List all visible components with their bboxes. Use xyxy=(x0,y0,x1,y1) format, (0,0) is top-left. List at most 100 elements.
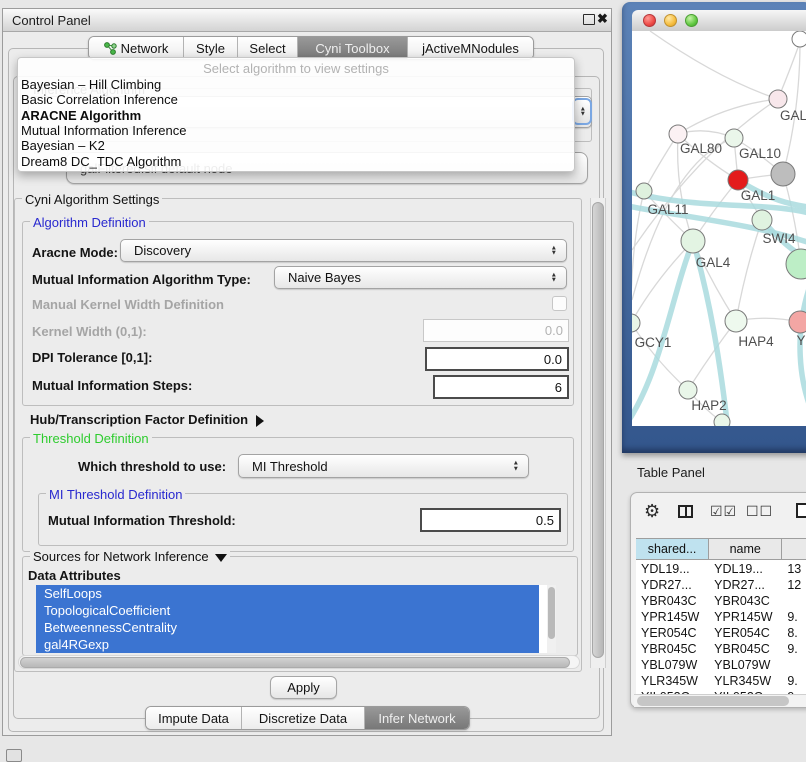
tab-cyni-toolbox[interactable]: Cyni Toolbox xyxy=(297,37,407,59)
table-cell[interactable]: 9. xyxy=(782,673,806,689)
network-window-titlebar xyxy=(632,10,806,32)
data-attribute-item[interactable]: BetweennessCentrality xyxy=(36,619,539,636)
network-node[interactable] xyxy=(792,31,806,47)
select-all-checkboxes-icon[interactable]: ☑☑ xyxy=(710,503,737,520)
bottom-tab-impute-data[interactable]: Impute Data xyxy=(146,707,241,729)
network-node[interactable] xyxy=(789,311,806,333)
algorithm-option[interactable]: Basic Correlation Inference xyxy=(21,92,178,107)
zoom-traffic-light[interactable] xyxy=(685,14,698,27)
sources-group-toggle[interactable]: Sources for Network Inference xyxy=(30,549,230,564)
table-cell[interactable] xyxy=(782,657,806,673)
algorithm-option[interactable]: Bayesian – K2 xyxy=(21,138,105,153)
tab-style[interactable]: Style xyxy=(183,37,237,59)
minimize-traffic-light[interactable] xyxy=(664,14,677,27)
columns-icon[interactable] xyxy=(678,505,693,518)
tab-network[interactable]: Network xyxy=(89,37,183,59)
network-node[interactable] xyxy=(771,162,795,186)
table-cell[interactable]: 13 xyxy=(782,561,806,577)
table-row[interactable]: YBL079WYBL079W xyxy=(636,657,806,673)
bottom-tab-infer-network[interactable]: Infer Network xyxy=(364,707,469,729)
algorithm-option[interactable]: ARACNE Algorithm xyxy=(21,108,141,123)
table-row[interactable]: YLR345WYLR345W9. xyxy=(636,673,806,689)
table-cell[interactable]: YLR345W xyxy=(709,673,782,689)
table-cell[interactable]: YLR345W xyxy=(636,673,709,689)
table-cell[interactable]: YPR145W xyxy=(636,609,709,625)
tab-label: Select xyxy=(249,41,285,56)
table-row[interactable]: YPR145WYPR145W9. xyxy=(636,609,806,625)
table-cell[interactable]: YER054C xyxy=(636,625,709,641)
table-cell[interactable]: YDL19... xyxy=(709,561,782,577)
mi-threshold-field[interactable]: 0.5 xyxy=(420,508,561,532)
network-node[interactable] xyxy=(681,229,705,253)
table-row[interactable]: YDL19...YDL19...13 xyxy=(636,561,806,577)
mi-algorithm-type-combo[interactable]: Naive Bayes▲▼ xyxy=(274,266,567,289)
table-row[interactable]: YDR27...YDR27...12 xyxy=(636,577,806,593)
data-attribute-item[interactable]: TopologicalCoefficient xyxy=(36,602,539,619)
table-cell[interactable]: YER054C xyxy=(709,625,782,641)
table-cell[interactable]: 9. xyxy=(782,641,806,657)
data-attribute-item[interactable]: gal4RGexp xyxy=(36,636,539,653)
data-attribute-item[interactable]: SelfLoops xyxy=(36,585,539,602)
float-window-icon[interactable] xyxy=(583,14,595,25)
table-column-header[interactable] xyxy=(782,539,806,559)
table-cell[interactable]: 12 xyxy=(782,577,806,593)
table-cell[interactable]: 8. xyxy=(782,625,806,641)
table-cell[interactable]: YDL19... xyxy=(636,561,709,577)
clear-all-checkboxes-icon[interactable]: ☐☐ xyxy=(746,503,773,520)
tab-jactivemnodules[interactable]: jActiveMNodules xyxy=(407,37,533,59)
network-node[interactable] xyxy=(632,314,640,332)
table-cell[interactable]: YBR043C xyxy=(636,593,709,609)
settings-hscrollbar-thumb[interactable] xyxy=(20,657,570,668)
network-node[interactable] xyxy=(679,381,697,399)
bottom-tab-discretize-data[interactable]: Discretize Data xyxy=(241,707,364,729)
manual-kernel-checkbox[interactable] xyxy=(552,296,567,311)
aracne-mode-combo[interactable]: Discovery▲▼ xyxy=(120,239,567,262)
network-node[interactable] xyxy=(728,170,748,190)
algorithm-option[interactable]: Dream8 DC_TDC Algorithm xyxy=(21,154,181,169)
apply-button[interactable]: Apply xyxy=(270,676,337,699)
close-traffic-light[interactable] xyxy=(643,14,656,27)
dpi-tolerance-field[interactable]: 0.0 xyxy=(425,347,569,371)
table-cell[interactable]: YBR043C xyxy=(709,593,782,609)
dpi-tolerance-label: DPI Tolerance [0,1]: xyxy=(32,350,152,365)
table-cell[interactable]: YBR045C xyxy=(709,641,782,657)
network-canvas[interactable]: GALGAL80GAL10GAL1GAL11SWI4GAL4GCY1HAP4YH… xyxy=(632,31,806,426)
network-node[interactable] xyxy=(636,183,652,199)
attributes-list-scrollbar[interactable] xyxy=(547,585,556,653)
table-cell[interactable]: YPR145W xyxy=(709,609,782,625)
table-cell[interactable]: YDR27... xyxy=(709,577,782,593)
table-row[interactable]: YBR043CYBR043C xyxy=(636,593,806,609)
algorithm-popup-placeholder: Select algorithm to view settings xyxy=(18,61,574,76)
table-column-header[interactable]: name xyxy=(709,539,782,559)
network-node[interactable] xyxy=(725,129,743,147)
algorithm-option[interactable]: Bayesian – Hill Climbing xyxy=(21,77,161,92)
table-function-icon[interactable] xyxy=(796,503,806,518)
close-icon[interactable]: ✖ xyxy=(597,11,608,27)
network-node[interactable] xyxy=(714,414,730,426)
restore-panel-icon[interactable] xyxy=(6,749,22,762)
attributes-scrollbar-thumb[interactable] xyxy=(548,587,555,639)
table-cell[interactable]: YBL079W xyxy=(709,657,782,673)
settings-vscrollbar-thumb[interactable] xyxy=(592,202,604,658)
table-cell[interactable]: YDR27... xyxy=(636,577,709,593)
network-node[interactable] xyxy=(725,310,747,332)
kernel-width-field[interactable]: 0.0 xyxy=(423,319,569,342)
tab-select[interactable]: Select xyxy=(237,37,297,59)
which-threshold-combo[interactable]: MI Threshold▲▼ xyxy=(238,454,529,478)
hub-definition-toggle[interactable]: Hub/Transcription Factor Definition xyxy=(30,412,264,427)
table-cell[interactable]: YBL079W xyxy=(636,657,709,673)
table-row[interactable]: YBR045CYBR045C9. xyxy=(636,641,806,657)
table-hscrollbar-thumb[interactable] xyxy=(637,696,789,706)
table-cell[interactable]: 9. xyxy=(782,609,806,625)
mi-steps-field[interactable]: 6 xyxy=(433,375,569,399)
network-node[interactable] xyxy=(769,90,787,108)
gear-icon[interactable]: ⚙ xyxy=(644,501,660,522)
network-node[interactable] xyxy=(752,210,772,230)
table-cell[interactable]: YBR045C xyxy=(636,641,709,657)
algorithm-option[interactable]: Mutual Information Inference xyxy=(21,123,186,138)
inference-combo-focus-arrows[interactable]: ▲▼ xyxy=(572,98,592,125)
table-row[interactable]: YER054CYER054C8. xyxy=(636,625,806,641)
table-column-header[interactable]: shared... xyxy=(636,539,709,559)
network-node[interactable] xyxy=(786,249,806,279)
table-cell[interactable] xyxy=(782,593,806,609)
